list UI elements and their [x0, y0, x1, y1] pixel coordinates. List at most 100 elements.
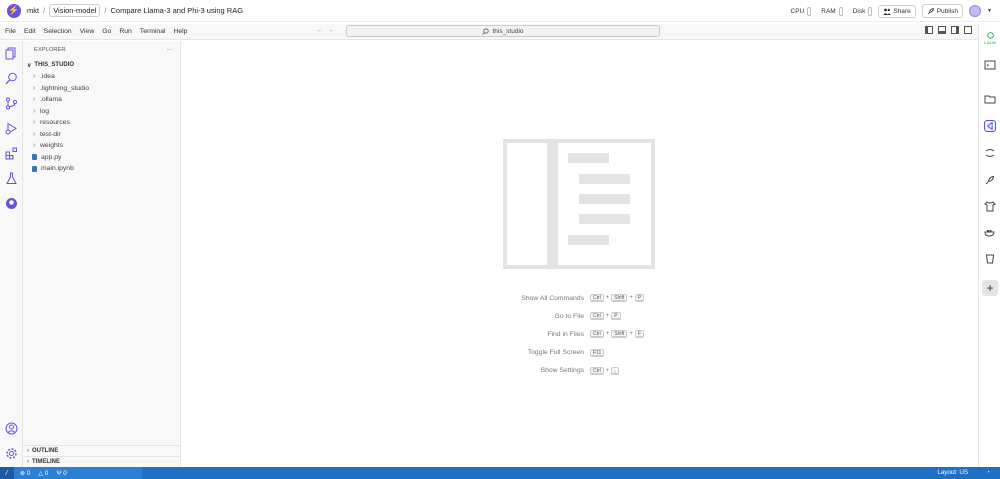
deploy-rocket-icon[interactable] [984, 174, 996, 186]
disk-meter[interactable]: Disk [852, 6, 873, 16]
toggle-secondary-sidebar-icon[interactable] [951, 26, 959, 34]
search-icon[interactable] [5, 72, 18, 85]
customize-layout-icon[interactable] [964, 26, 972, 34]
breadcrumb-org[interactable]: mkt [27, 6, 39, 15]
breadcrumb-separator: / [104, 6, 107, 15]
keyboard-layout[interactable]: Layout: US [937, 469, 968, 476]
workspace-root[interactable]: ∨ THIS_STUDIO [23, 59, 180, 71]
chevron-down-icon[interactable]: ▼ [987, 8, 992, 14]
back-arrow-icon[interactable]: ← [316, 27, 327, 34]
plus-separator: + [605, 331, 610, 338]
folder-item[interactable]: › resources [23, 117, 180, 129]
shortcut-label: Go to File [554, 312, 584, 320]
shortcut-row[interactable]: Go to File Ctrl + P [481, 307, 681, 325]
shortcut-label: Toggle Full Screen [527, 349, 584, 357]
account-icon[interactable] [5, 422, 18, 435]
header-actions: CPU RAM Disk Share Publish ▼ [791, 0, 992, 22]
folder-item[interactable]: › .ollama [23, 94, 180, 106]
ram-meter[interactable]: RAM [821, 6, 843, 16]
file-tree: › .idea › .lightning_studio › .ollama › log › res… [23, 71, 180, 175]
terminal-icon[interactable] [984, 59, 996, 71]
breadcrumb-project[interactable]: Vision-model [49, 4, 101, 17]
keycap: Ctrl [590, 366, 604, 375]
gear-icon[interactable] [5, 447, 18, 460]
problems-status[interactable]: ⊗ 0 △ 0 Ψ 0 [14, 467, 142, 479]
shortcut-row[interactable]: Show Settings Ctrl +, [481, 362, 681, 380]
folder-icon[interactable] [984, 93, 996, 105]
ports-status: Ψ 0 [56, 470, 66, 477]
disk-label: Disk [852, 7, 866, 15]
menu-file[interactable]: File [0, 28, 20, 35]
folder-item[interactable]: › test-dir [23, 129, 180, 141]
extensions-icon[interactable] [5, 147, 18, 160]
right-rail: 1 A100 + [978, 24, 1000, 467]
nav-arrows: ←→ [316, 27, 338, 34]
menu-selection[interactable]: Selection [40, 28, 76, 35]
storage-bucket-icon[interactable] [984, 253, 996, 265]
docker-icon[interactable] [984, 226, 996, 238]
studio-title[interactable]: Compare Llama-3 and Phi-3 using RAG [111, 6, 244, 15]
file-item[interactable]: main.ipynb [23, 163, 180, 175]
power-icon [986, 32, 994, 39]
run-debug-icon[interactable] [5, 122, 18, 135]
keycap: F11 [590, 348, 605, 357]
remote-icon: ⁄ [6, 469, 8, 477]
menu-edit[interactable]: Edit [20, 28, 40, 35]
more-actions-icon[interactable]: ··· [166, 47, 172, 53]
keycap: P [634, 294, 645, 303]
training-shirt-icon[interactable] [984, 200, 996, 212]
error-icon: ⊗ [20, 469, 26, 477]
layout-controls [925, 26, 972, 34]
share-button[interactable]: Share [878, 4, 916, 18]
add-plugin-button[interactable]: + [982, 280, 998, 296]
explorer-icon[interactable] [5, 47, 18, 60]
chevron-right-icon: › [33, 130, 36, 138]
folder-name: .ollama [40, 96, 62, 104]
folder-item[interactable]: › .lightning_studio [23, 83, 180, 95]
keycap: Ctrl [590, 312, 604, 321]
source-control-icon[interactable] [5, 97, 18, 110]
warning-count: 0 [44, 469, 49, 477]
toggle-panel-icon[interactable] [938, 26, 946, 34]
keycap: Shift [611, 294, 628, 303]
ram-bar [838, 6, 843, 16]
forward-arrow-icon[interactable]: → [327, 27, 338, 34]
testing-flask-icon[interactable] [5, 172, 18, 185]
menu-help[interactable]: Help [169, 28, 191, 35]
chevron-right-icon: › [33, 73, 36, 81]
command-center-text: this_studio [492, 27, 524, 35]
folder-item[interactable]: › log [23, 106, 180, 118]
editor-area: Show All Commands Ctrl + Shift + P Go to File C… [181, 41, 978, 467]
folder-name: resources [40, 119, 70, 127]
publish-button[interactable]: Publish [921, 4, 964, 18]
command-center[interactable]: this_studio [346, 25, 660, 37]
plus-separator: + [629, 295, 633, 302]
gpu-indicator[interactable]: 1 A100 [980, 32, 1000, 45]
folder-item[interactable]: › weights [23, 140, 180, 152]
python-icon [32, 154, 37, 161]
menu-terminal[interactable]: Terminal [136, 28, 170, 35]
menu-go[interactable]: Go [98, 28, 115, 35]
remote-indicator[interactable]: ⁄ [0, 467, 14, 479]
outline-section[interactable]: › OUTLINE [23, 445, 181, 456]
rocket-icon [927, 8, 934, 15]
avatar[interactable] [969, 5, 982, 17]
shortcut-row[interactable]: Toggle Full Screen F11 [481, 344, 681, 362]
shortcut-row[interactable]: Find in Files Ctrl + Shift + F [481, 325, 681, 343]
vscode-icon[interactable] [984, 120, 996, 132]
toggle-primary-sidebar-icon[interactable] [925, 26, 933, 34]
lightning-logo-icon[interactable]: ⚡ [7, 3, 21, 18]
menu-run[interactable]: Run [115, 28, 135, 35]
github-icon[interactable] [5, 197, 18, 210]
file-item[interactable]: app.py [23, 152, 180, 164]
jupyter-icon[interactable] [984, 147, 996, 159]
antenna-icon: Ψ [56, 469, 62, 477]
timeline-section[interactable]: › TIMELINE [23, 456, 181, 467]
breadcrumb: mkt / Vision-model / Compare Llama-3 and… [27, 4, 243, 17]
chevron-right-icon: › [27, 459, 29, 465]
menu-view[interactable]: View [76, 28, 99, 35]
folder-item[interactable]: › .idea [23, 71, 180, 83]
cpu-meter[interactable]: CPU [791, 6, 812, 16]
shortcut-row[interactable]: Show All Commands Ctrl + Shift + P [481, 289, 681, 307]
bell-icon[interactable]: ◔ [986, 469, 990, 476]
